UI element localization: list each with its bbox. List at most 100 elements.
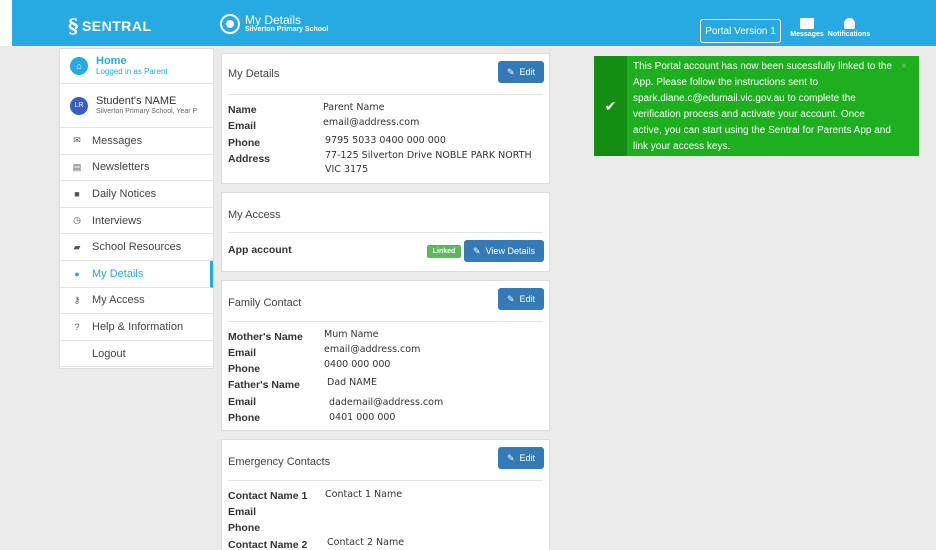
sidebar-item-label: School Resources (92, 241, 182, 254)
sidebar-item-label: Logout (92, 347, 126, 360)
logged-in-as: Logged in as Parent (96, 67, 168, 76)
folder-icon: ▰ (73, 241, 81, 252)
field-label: Email (228, 120, 257, 132)
sentral-logo-icon: § (68, 14, 79, 38)
checkmark-icon: ✔ (594, 56, 627, 156)
key-icon: ⚷ (73, 294, 81, 305)
pencil-icon: ✎ (506, 452, 515, 463)
portal-version-button[interactable]: Portal Version 1 (700, 19, 781, 43)
my-access-panel: My Access App account Linked ✎ View Detai… (221, 192, 550, 272)
sidebar-item-label: Interviews (92, 214, 142, 227)
app-account-label: App account (228, 244, 292, 256)
field-label: Mother's Name (228, 331, 303, 343)
field-label: Email (228, 396, 257, 408)
my-access-heading: My Access (228, 209, 281, 221)
divider (228, 94, 543, 95)
envelope-icon: ✉ (73, 135, 81, 146)
sidebar-item-label: Messages (92, 134, 143, 147)
success-alert: ✔ This Portal account has now been suces… (594, 56, 919, 156)
emergency-contacts-heading: Emergency Contacts (228, 456, 331, 468)
messages-label: Messages (790, 31, 824, 38)
field-value: Contact 1 Name (325, 489, 403, 500)
family-contact-edit-button[interactable]: ✎ Edit (498, 288, 544, 310)
sidebar-item-label: Help & Information (92, 320, 184, 333)
divider (228, 321, 543, 322)
field-value: 0401 000 000 (329, 412, 396, 423)
home-title: Home (96, 55, 127, 67)
family-contact-panel: Family Contact ✎ Edit Mother's Name Mum N… (221, 280, 550, 431)
sidebar-home[interactable]: ⌂ Home Logged in as Parent (60, 49, 213, 84)
notifications-button[interactable]: Notifications (825, 18, 873, 38)
sidebar-item-my-details[interactable]: ● My Details (60, 261, 213, 288)
field-value: Dad NAME (327, 377, 377, 388)
sidebar-item-label: Newsletters (92, 161, 150, 174)
linked-badge: Linked (427, 245, 461, 258)
field-label: Father's Name (228, 379, 300, 391)
page-subtitle: Silverton Primary School (245, 26, 329, 33)
sidebar-item-messages[interactable]: ✉ Messages (60, 128, 213, 155)
sentral-logo[interactable]: § SENTRAL (68, 16, 152, 36)
sidebar-item-my-access[interactable]: ⚷ My Access (60, 288, 213, 315)
field-value: Contact 2 Name (327, 537, 405, 548)
sidebar-item-label: Daily Notices (92, 187, 157, 200)
field-value: 0400 000 000 (324, 359, 391, 370)
field-value: email@address.com (324, 344, 421, 355)
field-label: Contact Name 1 (228, 490, 308, 502)
close-icon[interactable]: × (901, 62, 911, 72)
field-label: Phone (228, 363, 261, 375)
user-icon: ● (74, 268, 80, 279)
page-title: My Details (245, 13, 302, 27)
student-name: Student's NAME (96, 95, 177, 107)
sidebar-item-daily-notices[interactable]: ■ Daily Notices (60, 181, 213, 208)
sidebar-item-interviews[interactable]: ◷ Interviews (60, 208, 213, 235)
field-label: Address (228, 153, 271, 165)
emergency-contacts-panel: Emergency Contacts ✎ Edit Contact Name 1 … (221, 439, 550, 550)
sidebar-item-school-resources[interactable]: ▰ School Resources (60, 234, 213, 261)
my-details-edit-button[interactable]: ✎ Edit (498, 61, 544, 83)
family-contact-heading: Family Contact (228, 297, 302, 309)
field-value: dademail@address.com (329, 397, 444, 408)
field-label: Phone (228, 522, 261, 534)
sidebar: ⌂ Home Logged in as Parent LR Student's … (59, 48, 214, 369)
field-label: Name (228, 104, 257, 116)
pencil-icon: ✎ (473, 245, 481, 256)
sidebar-item-label: My Details (92, 267, 144, 280)
divider (228, 480, 543, 481)
view-details-button[interactable]: ✎ View Details (464, 240, 544, 262)
field-label: Email (228, 506, 257, 518)
brand-name: SENTRAL (81, 18, 152, 34)
student-avatar: LR (70, 96, 88, 115)
field-label: Phone (228, 412, 261, 424)
pencil-icon: ✎ (506, 293, 515, 304)
notice-icon: ■ (74, 188, 80, 199)
sidebar-item-help-information[interactable]: ? Help & Information (60, 314, 213, 341)
sidebar-item-newsletters[interactable]: ▤ Newsletters (60, 155, 213, 182)
field-value-line2: VIC 3175 (325, 164, 369, 175)
top-bar-edge (0, 0, 12, 46)
messages-button[interactable]: Messages (783, 18, 831, 38)
my-details-heading: My Details (228, 68, 280, 80)
sidebar-student[interactable]: LR Student's NAME Silverton Primary Scho… (60, 84, 213, 128)
sidebar-item-logout[interactable]: Logout (60, 341, 213, 368)
user-avatar-icon (220, 14, 240, 34)
field-label: Phone (228, 137, 261, 149)
page-header: My Details Silverton Primary School (220, 14, 328, 34)
field-value: 9795 5033 0400 000 000 (325, 135, 446, 146)
my-details-panel: My Details ✎ Edit Name Parent Name Email … (221, 53, 550, 184)
question-icon: ? (74, 321, 80, 332)
field-value: email@address.com (323, 117, 420, 128)
divider (228, 232, 543, 233)
emergency-contacts-edit-button[interactable]: ✎ Edit (498, 447, 544, 469)
alert-message: This Portal account has now been sucessf… (633, 61, 893, 152)
clock-icon: ◷ (73, 215, 81, 226)
field-value: Mum Name (324, 329, 379, 340)
top-bar: § SENTRAL My Details Silverton Primary S… (0, 0, 936, 46)
field-label: Contact Name 2 (228, 539, 308, 550)
student-school: Silverton Primary School, Year P (96, 108, 198, 115)
pencil-icon: ✎ (506, 66, 515, 77)
home-icon: ⌂ (70, 57, 88, 75)
field-value: Parent Name (323, 102, 385, 113)
bell-icon (843, 18, 855, 29)
newspaper-icon: ▤ (72, 161, 82, 172)
field-label: Email (228, 347, 257, 359)
